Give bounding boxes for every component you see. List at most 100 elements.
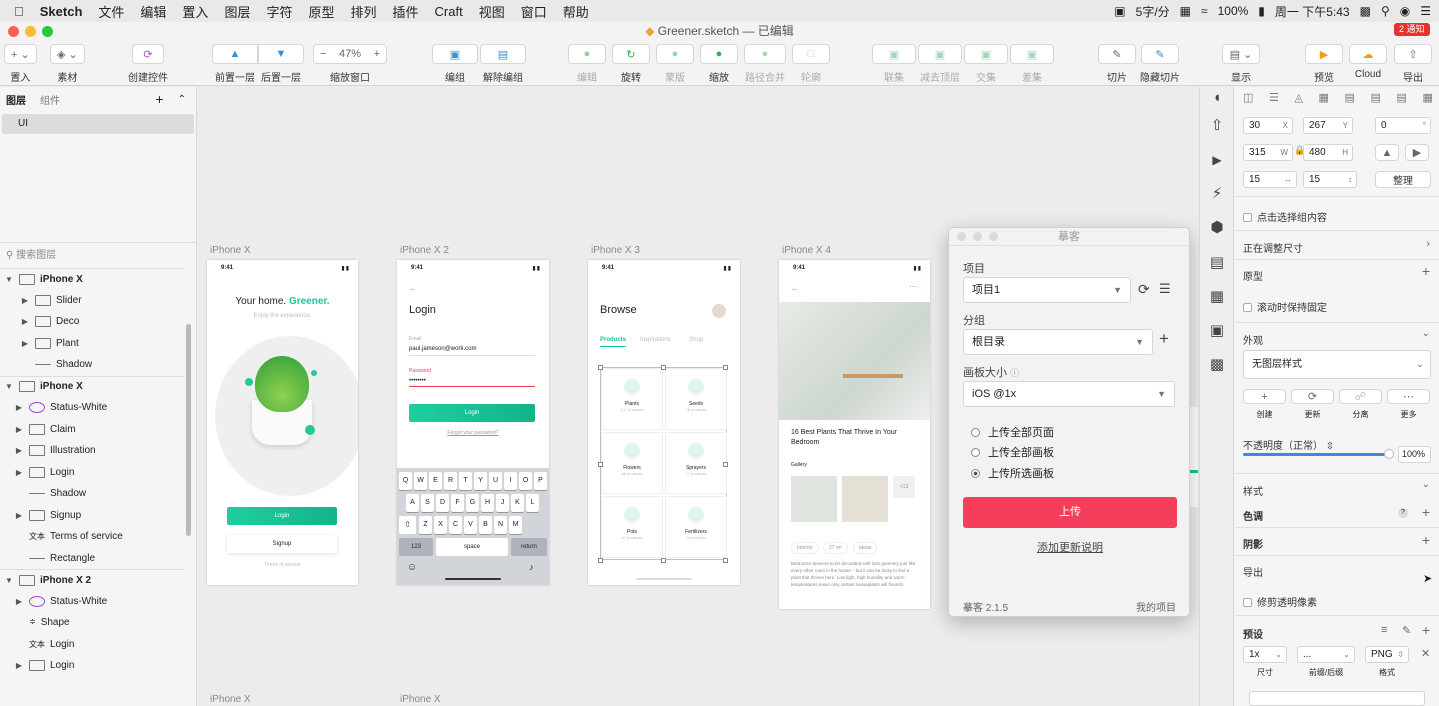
key[interactable]: N: [494, 516, 507, 534]
disclosure-closed-icon[interactable]: ▶: [14, 425, 24, 434]
resizing-section[interactable]: 正在调整尺寸: [1243, 240, 1303, 255]
preset-settings-icon[interactable]: ≡: [1381, 624, 1387, 636]
key[interactable]: G: [466, 494, 479, 512]
flatten-button[interactable]: ●: [744, 44, 786, 64]
dialog-close-button[interactable]: [957, 232, 966, 241]
menu-arrange[interactable]: 排列: [342, 2, 384, 21]
fix-scroll-option[interactable]: 滚动时保持固定: [1243, 299, 1327, 314]
menu-layer[interactable]: 图层: [216, 2, 258, 21]
export-format-select[interactable]: PNG ⇳: [1365, 646, 1409, 663]
menu-icon[interactable]: ☰: [1159, 281, 1171, 297]
selection-handle[interactable]: [598, 365, 603, 370]
layer-row[interactable]: ▶ Signup: [0, 505, 184, 527]
trim-option[interactable]: 修剪透明像素: [1243, 594, 1317, 609]
artboard-article[interactable]: 9:41 ▮▮ ← ⋯ 16 Best Plants That Thrive In…: [779, 260, 930, 609]
artboard-home[interactable]: 9:41 ▮▮ Your home. Greener. Enjoy the exp…: [207, 260, 358, 585]
display-button[interactable]: ▤ ⌄: [1222, 44, 1260, 64]
category-card[interactable]: Pots 47 products: [601, 496, 663, 558]
layer-row[interactable]: ▶ Claim: [0, 419, 184, 441]
insert-button[interactable]: + ⌄: [4, 44, 37, 64]
hexagon-icon[interactable]: ⬢: [1208, 219, 1226, 237]
selection-handle[interactable]: [661, 558, 666, 563]
disclosure-closed-icon[interactable]: ▶: [14, 403, 24, 412]
add-tint-icon[interactable]: +: [1422, 504, 1430, 520]
disclosure-open-icon[interactable]: ▼: [4, 382, 14, 391]
key-return[interactable]: return: [511, 538, 547, 556]
union-button[interactable]: ▣: [872, 44, 916, 64]
home-terms[interactable]: Terms of service: [207, 562, 358, 568]
layer-row[interactable]: ▶ Login: [0, 655, 184, 677]
key[interactable]: T: [459, 472, 472, 490]
rotate-button[interactable]: ↻: [612, 44, 650, 64]
play-icon[interactable]: ▶: [1208, 151, 1226, 169]
add-preset-icon[interactable]: +: [1422, 622, 1430, 638]
zoom-window-button[interactable]: [42, 26, 53, 37]
login-submit-button[interactable]: Login: [409, 404, 535, 422]
artboard-label[interactable]: iPhone X: [210, 245, 251, 256]
spotlight-icon[interactable]: ⚲: [1381, 4, 1390, 18]
click-select-option[interactable]: 点击选择组内容: [1243, 209, 1327, 224]
distribute-v-icon[interactable]: ▦: [1423, 91, 1433, 104]
input-method-icon[interactable]: ▦: [1180, 4, 1191, 18]
category-card[interactable]: Flowers 68 products: [601, 432, 663, 494]
key[interactable]: I: [504, 472, 517, 490]
export-scale-select[interactable]: 1x ⌄: [1243, 646, 1287, 663]
craft-logo-icon[interactable]: ◖: [1208, 89, 1226, 107]
shift-key[interactable]: ⇧: [399, 516, 416, 534]
export-selected-button[interactable]: [1249, 691, 1425, 706]
key[interactable]: W: [414, 472, 427, 490]
cloud-button[interactable]: ☁: [1349, 44, 1387, 64]
key[interactable]: E: [429, 472, 442, 490]
zoom-out-icon[interactable]: −: [320, 48, 326, 60]
artboard-label[interactable]: iPhone X 3: [591, 245, 640, 256]
layer-row[interactable]: Shadow: [0, 354, 184, 376]
artboard-browse[interactable]: 9:41 ▮▮ Browse Products Inspirations Shop…: [588, 260, 740, 585]
option-all-pages[interactable]: 上传全部页面: [971, 424, 1054, 440]
gallery-thumb[interactable]: [791, 476, 837, 522]
outline-button[interactable]: □: [792, 44, 830, 64]
grid-icon[interactable]: ▦: [1208, 288, 1226, 306]
key[interactable]: Z: [419, 516, 432, 534]
tab-components[interactable]: 组件: [40, 92, 60, 107]
tab-shop[interactable]: Shop: [689, 337, 703, 343]
create-style-button[interactable]: +: [1243, 389, 1286, 404]
ungroup-button[interactable]: ▤: [480, 44, 526, 64]
width-field[interactable]: 315 W: [1243, 144, 1293, 161]
siri-icon[interactable]: ◉: [1400, 4, 1410, 18]
add-prototype-icon[interactable]: +: [1422, 263, 1430, 279]
key[interactable]: M: [509, 516, 522, 534]
key[interactable]: D: [436, 494, 449, 512]
backward-button[interactable]: ▼: [258, 44, 304, 64]
scale-button[interactable]: ●: [700, 44, 738, 64]
disclosure-closed-icon[interactable]: ▶: [20, 296, 30, 305]
selection-handle[interactable]: [661, 365, 666, 370]
chevron-down-icon[interactable]: ⌄: [1422, 479, 1430, 490]
clock[interactable]: 周一 下午5:43: [1275, 3, 1350, 20]
key[interactable]: X: [434, 516, 447, 534]
forward-button[interactable]: ▲: [212, 44, 258, 64]
notification-badge[interactable]: 2 通知: [1394, 23, 1430, 36]
disclosure-closed-icon[interactable]: ▶: [14, 661, 24, 670]
battery-icon[interactable]: ▮: [1258, 4, 1265, 18]
disclosure-closed-icon[interactable]: ▶: [14, 597, 24, 606]
selection-handle[interactable]: [723, 462, 728, 467]
update-style-button[interactable]: ⟳: [1291, 389, 1334, 404]
flip-horizontal-button[interactable]: ▲: [1375, 144, 1399, 161]
align-bottom-icon[interactable]: ▤: [1397, 91, 1407, 104]
key[interactable]: Y: [474, 472, 487, 490]
add-page-icon[interactable]: +: [155, 91, 163, 107]
preview-button[interactable]: ▶: [1305, 44, 1343, 64]
layer-row[interactable]: ▶ Status-White: [0, 591, 184, 613]
menu-plugins[interactable]: 插件: [385, 2, 427, 21]
align-right-icon[interactable]: ◬: [1294, 91, 1302, 104]
tab-products[interactable]: Products: [600, 337, 627, 347]
group-button[interactable]: ▣: [432, 44, 478, 64]
menu-edit[interactable]: 编辑: [132, 2, 174, 21]
back-arrow-icon[interactable]: ←: [409, 284, 417, 293]
artboard-label[interactable]: iPhone X: [400, 694, 441, 705]
home-login-button[interactable]: Login: [227, 507, 337, 525]
menu-window[interactable]: 窗口: [513, 2, 555, 21]
refresh-icon[interactable]: ⟳: [1138, 281, 1150, 298]
help-icon[interactable]: ⓘ: [1010, 368, 1019, 378]
notification-center-icon[interactable]: ☰: [1420, 4, 1431, 18]
